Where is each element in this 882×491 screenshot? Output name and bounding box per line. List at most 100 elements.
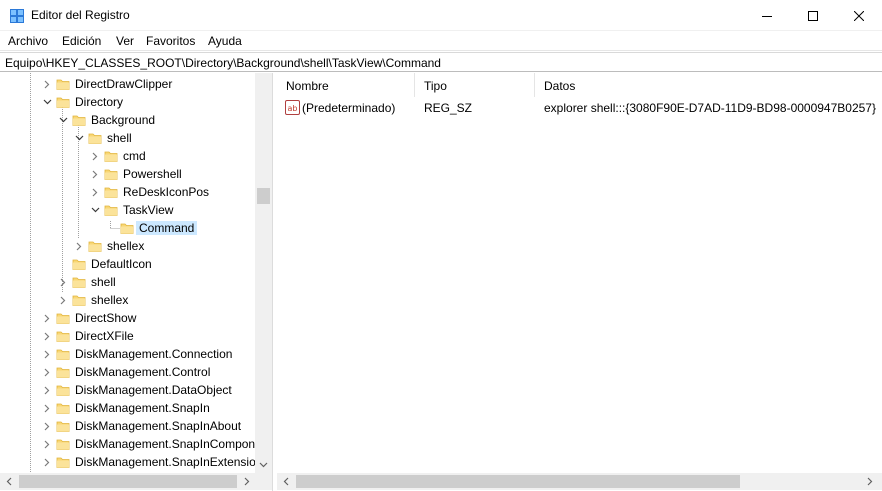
- collapse-chevron-icon[interactable]: [71, 130, 87, 146]
- expand-chevron-icon[interactable]: [39, 382, 55, 398]
- expand-chevron-icon[interactable]: [71, 238, 87, 254]
- tree-item-label: cmd: [123, 149, 146, 163]
- tree-scroll-down-button[interactable]: [255, 456, 272, 473]
- tree-item[interactable]: Background: [0, 111, 255, 129]
- close-button[interactable]: [836, 0, 882, 31]
- tree-item[interactable]: cmd: [0, 147, 255, 165]
- key-tree-pane[interactable]: DirectDrawClipper Directory Background shel…: [0, 73, 273, 491]
- folder-icon: [72, 115, 86, 126]
- folder-icon: [56, 79, 70, 90]
- tree-item[interactable]: DiskManagement.SnapInExtension: [0, 453, 262, 471]
- tree-item-label: Directory: [75, 95, 124, 109]
- tree-scroll-right-button[interactable]: [238, 473, 255, 490]
- tree-item[interactable]: Directory: [0, 93, 255, 111]
- expand-chevron-icon[interactable]: [39, 346, 55, 362]
- tree-item-label: DefaultIcon: [91, 257, 152, 271]
- window-title: Editor del Registro: [31, 8, 130, 22]
- tree-item-label: TaskView: [123, 203, 174, 217]
- tree-item[interactable]: DiskManagement.DataObject: [0, 381, 255, 399]
- folder-icon: [72, 259, 86, 270]
- tree-item[interactable]: Powershell: [0, 165, 255, 183]
- column-header-name[interactable]: Nombre: [277, 73, 415, 97]
- tree-item[interactable]: shell: [0, 273, 255, 291]
- tree-item-label: Command: [136, 221, 198, 235]
- tree-scroll-left-button[interactable]: [0, 473, 17, 490]
- tree-horizontal-scroll-thumb[interactable]: [19, 475, 237, 488]
- tree-item[interactable]: DiskManagement.Control: [0, 363, 255, 381]
- expand-chevron-icon[interactable]: [87, 184, 103, 200]
- menu-favoritos[interactable]: Favoritos: [146, 34, 195, 48]
- menu-ayuda[interactable]: Ayuda: [208, 34, 242, 48]
- expand-chevron-icon[interactable]: [55, 274, 71, 290]
- folder-icon: [88, 133, 102, 144]
- tree-item[interactable]: shellex: [0, 237, 255, 255]
- expand-chevron-icon[interactable]: [39, 400, 55, 416]
- folder-icon: [72, 277, 86, 288]
- expand-chevron-icon[interactable]: [39, 436, 55, 452]
- expand-chevron-icon[interactable]: [39, 76, 55, 92]
- tree-item-label: Background: [91, 113, 156, 127]
- menu-edicion[interactable]: Edición: [62, 34, 101, 48]
- collapse-chevron-icon[interactable]: [55, 112, 71, 128]
- values-scroll-left-button[interactable]: [277, 473, 294, 490]
- folder-icon: [120, 223, 134, 234]
- expand-chevron-icon[interactable]: [87, 166, 103, 182]
- tree-item-label: DiskManagement.SnapInAbout: [75, 419, 242, 433]
- folder-icon: [104, 169, 118, 180]
- value-type: REG_SZ: [424, 101, 473, 115]
- collapse-chevron-icon[interactable]: [87, 202, 103, 218]
- tree-item[interactable]: DirectXFile: [0, 327, 255, 345]
- value-row[interactable]: ab (Predeterminado) REG_SZ explorer shel…: [277, 98, 882, 118]
- menu-ver[interactable]: Ver: [116, 34, 134, 48]
- value-name: (Predeterminado): [302, 101, 396, 115]
- title-bar: Editor del Registro: [0, 0, 882, 31]
- folder-icon: [56, 349, 70, 360]
- address-bar[interactable]: Equipo\HKEY_CLASSES_ROOT\Directory\Backg…: [0, 52, 882, 72]
- expand-chevron-icon[interactable]: [39, 364, 55, 380]
- collapse-chevron-icon[interactable]: [39, 94, 55, 110]
- values-list-pane[interactable]: Nombre Tipo Datos ab (Predeterminado) RE…: [277, 73, 882, 491]
- folder-icon: [56, 313, 70, 324]
- tree-item[interactable]: DefaultIcon: [0, 255, 255, 273]
- column-header-data[interactable]: Datos: [535, 73, 882, 97]
- tree-item[interactable]: shellex: [0, 291, 255, 309]
- tree-item[interactable]: DirectDrawClipper: [0, 75, 255, 93]
- address-path[interactable]: Equipo\HKEY_CLASSES_ROOT\Directory\Backg…: [5, 56, 441, 70]
- values-horizontal-scrollbar[interactable]: [277, 473, 882, 490]
- folder-icon: [56, 367, 70, 378]
- expand-chevron-icon[interactable]: [39, 454, 55, 470]
- tree-vertical-scrollbar[interactable]: [255, 73, 272, 473]
- tree-horizontal-scrollbar[interactable]: [0, 473, 272, 490]
- chevron-left-icon: [283, 477, 288, 486]
- tree-vertical-scroll-thumb[interactable]: [257, 188, 270, 204]
- folder-icon: [56, 403, 70, 414]
- column-header-type[interactable]: Tipo: [415, 73, 535, 97]
- tree-item[interactable]: DiskManagement.SnapInCompon: [0, 435, 255, 453]
- maximize-button[interactable]: [790, 0, 836, 31]
- minimize-icon: [762, 15, 772, 17]
- tree-item[interactable]: DiskManagement.SnapIn: [0, 399, 255, 417]
- menu-bar: Archivo Edición Ver Favoritos Ayuda: [0, 31, 882, 51]
- expand-chevron-icon[interactable]: [55, 292, 71, 308]
- tree-item[interactable]: DiskManagement.SnapInAbout: [0, 417, 255, 435]
- values-scroll-right-button[interactable]: [861, 473, 878, 490]
- tree-item-label: DiskManagement.DataObject: [75, 383, 232, 397]
- tree-item[interactable]: Command: [0, 219, 255, 237]
- minimize-button[interactable]: [744, 0, 790, 31]
- tree-item[interactable]: TaskView: [0, 201, 255, 219]
- values-horizontal-scroll-thumb[interactable]: [296, 475, 740, 488]
- menu-archivo[interactable]: Archivo: [8, 34, 48, 48]
- expand-chevron-icon[interactable]: [39, 328, 55, 344]
- expand-chevron-icon[interactable]: [39, 310, 55, 326]
- expand-chevron-icon[interactable]: [39, 418, 55, 434]
- expand-chevron-icon[interactable]: [87, 148, 103, 164]
- tree-item[interactable]: ReDeskIconPos: [0, 183, 255, 201]
- regedit-app-icon: [10, 9, 24, 23]
- tree-item[interactable]: DiskManagement.Connection: [0, 345, 255, 363]
- folder-icon: [56, 457, 70, 468]
- folder-icon: [56, 421, 70, 432]
- tree-item[interactable]: shell: [0, 129, 255, 147]
- reg-sz-ab-icon: ab: [285, 100, 300, 115]
- tree-item[interactable]: DirectShow: [0, 309, 255, 327]
